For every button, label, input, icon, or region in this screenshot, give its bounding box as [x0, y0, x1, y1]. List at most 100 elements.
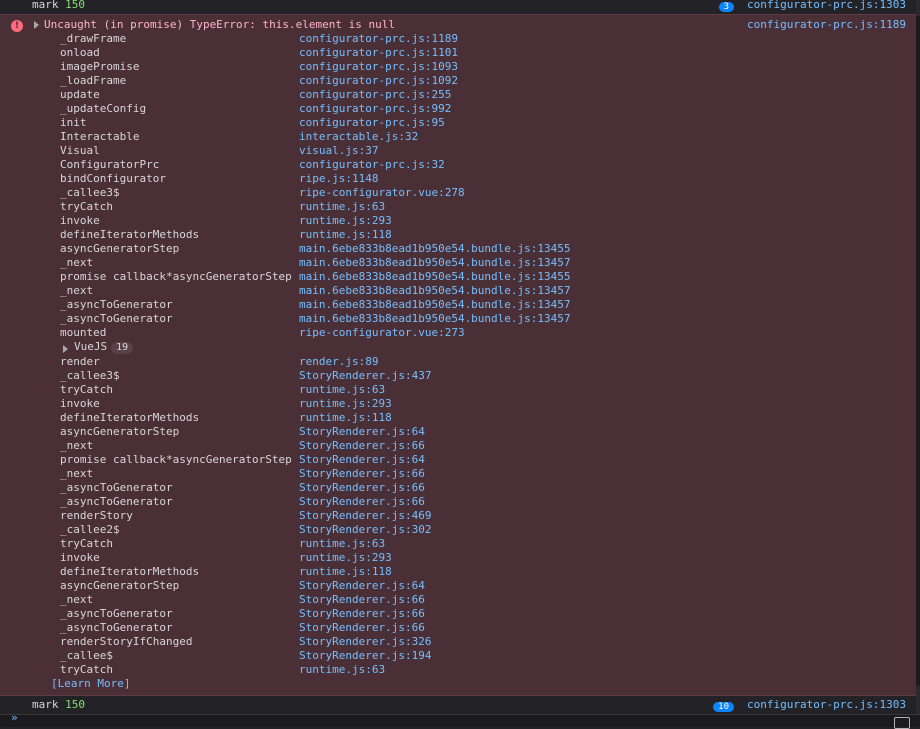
frame-function: imagePromise	[60, 60, 140, 73]
frame-location-link[interactable]: StoryRenderer.js:66	[299, 607, 425, 621]
frame-function: _callee2$	[60, 523, 120, 536]
stack-frame: _next StoryRenderer.js:66	[0, 467, 916, 481]
stack-frame: render render.js:89	[0, 355, 916, 369]
stack-frame: defineIteratorMethods runtime.js:118	[0, 228, 916, 242]
stack-frame: promise callback*asyncGeneratorStep main.…	[0, 270, 916, 284]
frame-function: _callee$	[60, 649, 113, 662]
scrollbar[interactable]	[916, 0, 920, 726]
frame-location-link[interactable]: ripe.js:1148	[299, 172, 378, 186]
frame-location-link[interactable]: configurator-prc.js:1101	[299, 46, 458, 60]
frame-function: _asyncToGenerator	[60, 607, 173, 620]
stack-frame: mounted ripe-configurator.vue:273	[0, 326, 916, 340]
stack-frame: init configurator-prc.js:95	[0, 116, 916, 130]
frame-location-link[interactable]: ripe-configurator.vue:273	[299, 326, 465, 340]
frame-function: _asyncToGenerator	[60, 298, 173, 311]
frame-function: tryCatch	[60, 383, 113, 396]
frame-location-link[interactable]: configurator-prc.js:992	[299, 102, 451, 116]
frame-function: invoke	[60, 551, 100, 564]
frame-location-link[interactable]: configurator-prc.js:255	[299, 88, 451, 102]
mark-label: mark 150	[32, 698, 85, 711]
vuejs-frames-group[interactable]: VueJS 19	[74, 340, 134, 354]
frame-location-link[interactable]: configurator-prc.js:1092	[299, 74, 458, 88]
frame-location-link[interactable]: runtime.js:63	[299, 663, 385, 677]
frame-location-link[interactable]: StoryRenderer.js:302	[299, 523, 431, 537]
frame-location-link[interactable]: StoryRenderer.js:66	[299, 593, 425, 607]
frame-function: invoke	[60, 214, 100, 227]
collapse-group-triangle-icon[interactable]	[63, 345, 68, 353]
stack-frame: defineIteratorMethods runtime.js:118	[0, 565, 916, 579]
frame-location-link[interactable]: interactable.js:32	[299, 130, 418, 144]
frame-location-link[interactable]: configurator-prc.js:1093	[299, 60, 458, 74]
frame-function: _next	[60, 467, 94, 480]
frame-location-link[interactable]: main.6ebe833b8ead1b950e54.bundle.js:1345…	[299, 284, 571, 298]
stack-frame: invoke runtime.js:293	[0, 551, 916, 565]
frame-location-link[interactable]: render.js:89	[299, 355, 378, 369]
frame-location-link[interactable]: StoryRenderer.js:66	[299, 467, 425, 481]
source-link[interactable]: configurator-prc.js:1303	[747, 698, 906, 711]
frame-location-link[interactable]: runtime.js:118	[299, 565, 392, 579]
stack-frame: promise callback*asyncGeneratorStep Story…	[0, 453, 916, 467]
frame-function: _next	[60, 593, 94, 606]
frame-function: asyncGeneratorStep	[60, 425, 180, 438]
frame-location-link[interactable]: main.6ebe833b8ead1b950e54.bundle.js:1345…	[299, 242, 571, 256]
frame-location-link[interactable]: main.6ebe833b8ead1b950e54.bundle.js:1345…	[299, 270, 571, 284]
frame-location-link[interactable]: runtime.js:118	[299, 411, 392, 425]
frame-location-link[interactable]: ripe-configurator.vue:278	[299, 186, 465, 200]
frame-function: render	[60, 355, 100, 368]
frame-location-link[interactable]: main.6ebe833b8ead1b950e54.bundle.js:1345…	[299, 298, 571, 312]
split-console-icon[interactable]	[894, 717, 910, 729]
frame-location-link[interactable]: configurator-prc.js:32	[299, 158, 445, 172]
frame-location-link[interactable]: StoryRenderer.js:326	[299, 635, 431, 649]
frame-function: update	[60, 88, 100, 101]
frame-location-link[interactable]: runtime.js:293	[299, 214, 392, 228]
frame-location-link[interactable]: runtime.js:293	[299, 551, 392, 565]
stack-frame: _asyncToGenerator StoryRenderer.js:66	[0, 481, 916, 495]
stack-frame: tryCatch runtime.js:63	[0, 663, 916, 677]
learn-more-link[interactable]: [Learn More]	[51, 677, 130, 690]
frame-function: bindConfigurator	[60, 172, 166, 185]
frame-location-link[interactable]: StoryRenderer.js:64	[299, 425, 425, 439]
frame-location-link[interactable]: main.6ebe833b8ead1b950e54.bundle.js:1345…	[299, 256, 571, 270]
error-icon: !	[11, 20, 23, 32]
frame-function: _asyncToGenerator	[60, 621, 173, 634]
frame-location-link[interactable]: visual.js:37	[299, 144, 378, 158]
frame-location-link[interactable]: StoryRenderer.js:194	[299, 649, 431, 663]
frame-location-link[interactable]: StoryRenderer.js:66	[299, 621, 425, 635]
stack-frame: tryCatch runtime.js:63	[0, 383, 916, 397]
stack-frame: tryCatch runtime.js:63	[0, 200, 916, 214]
frame-location-link[interactable]: StoryRenderer.js:64	[299, 579, 425, 593]
frame-location-link[interactable]: StoryRenderer.js:469	[299, 509, 431, 523]
frame-location-link[interactable]: runtime.js:63	[299, 537, 385, 551]
frame-location-link[interactable]: runtime.js:118	[299, 228, 392, 242]
frame-function: Visual	[60, 144, 100, 157]
error-text: Uncaught (in promise) TypeError: this.el…	[44, 18, 395, 31]
frame-location-link[interactable]: StoryRenderer.js:66	[299, 495, 425, 509]
error-source-link[interactable]: configurator-prc.js:1189	[747, 18, 906, 31]
stack-frame: _updateConfig configurator-prc.js:992	[0, 102, 916, 116]
frame-location-link[interactable]: configurator-prc.js:1189	[299, 32, 458, 46]
frame-location-link[interactable]: runtime.js:63	[299, 200, 385, 214]
frame-location-link[interactable]: main.6ebe833b8ead1b950e54.bundle.js:1345…	[299, 312, 571, 326]
frame-function: tryCatch	[60, 537, 113, 550]
console-input-bar[interactable]: »	[0, 711, 920, 729]
frame-function: renderStory	[60, 509, 133, 522]
frame-location-link[interactable]: StoryRenderer.js:66	[299, 439, 425, 453]
stack-frame: _callee3$ ripe-configurator.vue:278	[0, 186, 916, 200]
frame-location-link[interactable]: StoryRenderer.js:66	[299, 481, 425, 495]
frame-function: asyncGeneratorStep	[60, 242, 180, 255]
frame-location-link[interactable]: runtime.js:63	[299, 383, 385, 397]
frame-function: _next	[60, 284, 94, 297]
frame-function: init	[60, 116, 87, 129]
frame-location-link[interactable]: configurator-prc.js:95	[299, 116, 445, 130]
stack-frame: _callee$ StoryRenderer.js:194	[0, 649, 916, 663]
stack-frame: renderStory StoryRenderer.js:469	[0, 509, 916, 523]
source-link[interactable]: configurator-prc.js:1303	[747, 0, 906, 11]
frame-location-link[interactable]: runtime.js:293	[299, 397, 392, 411]
frame-location-link[interactable]: StoryRenderer.js:437	[299, 369, 431, 383]
frame-location-link[interactable]: StoryRenderer.js:64	[299, 453, 425, 467]
stack-frame: invoke runtime.js:293	[0, 214, 916, 228]
scroll-thumb[interactable]	[916, 16, 920, 686]
expand-triangle-icon[interactable]	[34, 21, 39, 29]
frame-function: invoke	[60, 397, 100, 410]
frame-function: renderStoryIfChanged	[60, 635, 193, 648]
